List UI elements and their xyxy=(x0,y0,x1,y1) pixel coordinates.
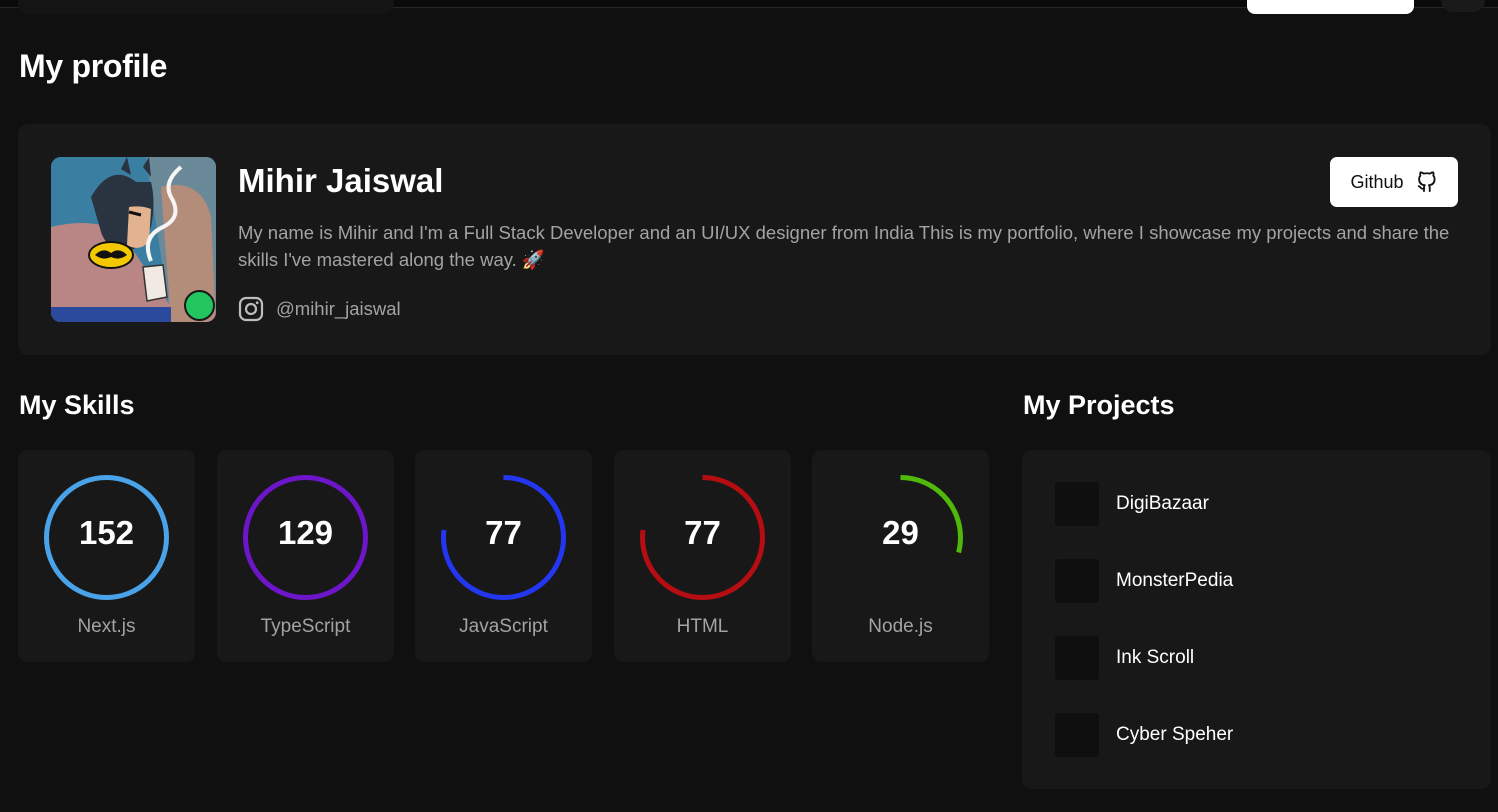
project-name: Ink Scroll xyxy=(1116,647,1195,668)
skill-card-nextjs: 152 Next.js xyxy=(18,450,195,662)
skill-card-nodejs: 29 Node.js xyxy=(812,450,989,662)
skill-name: JavaScript xyxy=(459,616,548,637)
project-item-cyber-speher[interactable]: Cyber Speher xyxy=(1055,713,1455,757)
projects-section-title: My Projects xyxy=(1023,390,1175,420)
skill-name: TypeScript xyxy=(260,616,351,637)
project-item-ink-scroll[interactable]: Ink Scroll xyxy=(1055,636,1455,680)
skill-count: 77 xyxy=(485,514,522,551)
skill-card-javascript: 77 JavaScript xyxy=(415,450,592,662)
project-thumbnail xyxy=(1055,559,1099,603)
skill-name: Next.js xyxy=(77,616,136,637)
navbar-search-edge[interactable] xyxy=(18,0,394,14)
top-navbar xyxy=(0,0,1498,14)
skill-name: HTML xyxy=(676,616,729,637)
navbar-button[interactable] xyxy=(1247,0,1414,14)
skill-count: 77 xyxy=(684,514,721,551)
project-thumbnail xyxy=(1055,482,1099,526)
navbar-avatar[interactable] xyxy=(1441,0,1485,12)
online-status-indicator xyxy=(184,290,215,321)
project-thumbnail xyxy=(1055,636,1099,680)
project-item-digibazaar[interactable]: DigiBazaar xyxy=(1055,482,1455,526)
skill-name: Node.js xyxy=(868,616,933,637)
instagram-handle: @mihir_jaiswal xyxy=(276,298,401,319)
project-name: Cyber Speher xyxy=(1116,724,1234,745)
skill-count: 29 xyxy=(882,514,919,551)
github-button-label: Github xyxy=(1350,171,1404,192)
profile-card: Mihir Jaiswal My name is Mihir and I'm a… xyxy=(18,124,1491,355)
profile-name: Mihir Jaiswal xyxy=(238,162,444,199)
instagram-icon xyxy=(238,296,264,322)
profile-bio: My name is Mihir and I'm a Full Stack De… xyxy=(238,222,1450,270)
github-button[interactable]: Github xyxy=(1330,157,1458,207)
project-name: MonsterPedia xyxy=(1116,570,1234,591)
github-icon xyxy=(1417,171,1436,193)
skill-card-html: 77 HTML xyxy=(614,450,791,662)
project-thumbnail xyxy=(1055,713,1099,757)
page-title: My profile xyxy=(19,48,168,84)
skill-card-typescript: 129 TypeScript xyxy=(217,450,394,662)
skill-count: 152 xyxy=(78,514,135,551)
skills-section-title: My Skills xyxy=(19,390,135,420)
instagram-link[interactable]: @mihir_jaiswal xyxy=(238,296,401,322)
skill-count: 129 xyxy=(277,514,334,551)
projects-list: DigiBazaar MonsterPedia Ink Scroll Cyber… xyxy=(1022,450,1491,789)
project-item-monsterpedia[interactable]: MonsterPedia xyxy=(1055,559,1455,603)
project-name: DigiBazaar xyxy=(1116,493,1209,514)
